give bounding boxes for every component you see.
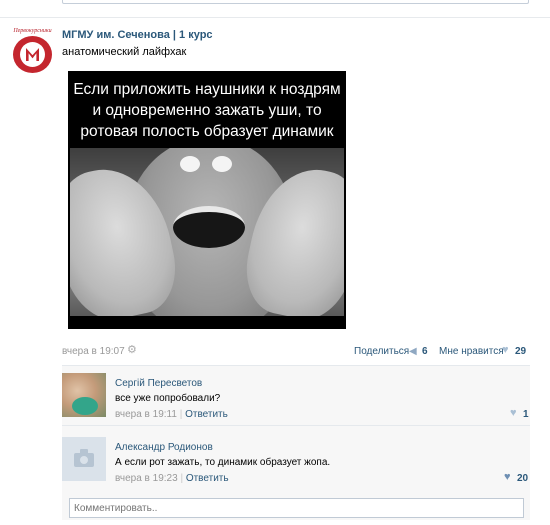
comment-like-count[interactable]: 1 bbox=[523, 409, 529, 420]
post-date-link[interactable]: вчера в 19:07 bbox=[62, 346, 125, 357]
post-photo bbox=[70, 148, 344, 316]
photo-earbud-left bbox=[180, 156, 200, 172]
heart-icon[interactable]: ♥ bbox=[510, 408, 517, 419]
comment-text: А если рот зажать, то динамик образует ж… bbox=[115, 457, 331, 468]
comment-date-link[interactable]: вчера в 19:23 bbox=[115, 473, 178, 484]
camera-icon bbox=[74, 449, 94, 467]
comment-divider bbox=[62, 425, 530, 426]
group-avatar-caption: Первокурсники bbox=[13, 28, 52, 34]
post-text: анатомический лайфхак bbox=[62, 46, 187, 58]
previous-post-frame bbox=[62, 0, 529, 4]
comment-date-link[interactable]: вчера в 19:11 bbox=[115, 409, 177, 420]
share-button[interactable]: Поделиться bbox=[354, 346, 409, 357]
heart-icon[interactable]: ♥ bbox=[504, 472, 511, 483]
post-image[interactable]: Если приложить наушники к ноздрям и одно… bbox=[68, 71, 346, 329]
comments-section: Сергій Пересветов все уже попробовали? в… bbox=[62, 365, 530, 520]
share-icon[interactable]: ◀ bbox=[409, 346, 417, 357]
group-avatar[interactable]: Первокурсники bbox=[10, 27, 55, 75]
like-count[interactable]: 29 bbox=[515, 346, 526, 357]
comment-text: все уже попробовали? bbox=[115, 393, 221, 404]
university-emblem-icon bbox=[13, 36, 52, 73]
comment-author-link[interactable]: Сергій Пересветов bbox=[115, 378, 202, 389]
comment-meta-separator: | bbox=[180, 473, 184, 484]
photo-earbud-right bbox=[212, 156, 232, 172]
post-image-caption: Если приложить наушники к ноздрям и одно… bbox=[73, 81, 341, 140]
group-name-link[interactable]: МГМУ им. Сеченова | 1 курс bbox=[62, 29, 213, 41]
comment-avatar[interactable] bbox=[62, 373, 106, 417]
like-button[interactable]: Мне нравится bbox=[439, 346, 504, 357]
reply-button[interactable]: Ответить bbox=[186, 473, 229, 484]
comment-author-link[interactable]: Александр Родионов bbox=[115, 442, 213, 453]
post-divider bbox=[0, 17, 550, 18]
heart-icon[interactable]: ♥ bbox=[502, 345, 509, 356]
comment-input[interactable] bbox=[69, 498, 524, 518]
gear-icon[interactable]: ⚙ bbox=[127, 345, 138, 356]
share-count[interactable]: 6 bbox=[422, 346, 428, 357]
comment-meta-separator: | bbox=[179, 409, 183, 420]
photo-mouth bbox=[173, 206, 245, 248]
comment-avatar-placeholder[interactable] bbox=[62, 437, 106, 481]
comment-meta: вчера в 19:23 | Ответить bbox=[115, 473, 229, 484]
comment-meta: вчера в 19:11 | Ответить bbox=[115, 409, 228, 420]
comment-like-count[interactable]: 20 bbox=[517, 473, 528, 484]
reply-button[interactable]: Ответить bbox=[185, 409, 228, 420]
